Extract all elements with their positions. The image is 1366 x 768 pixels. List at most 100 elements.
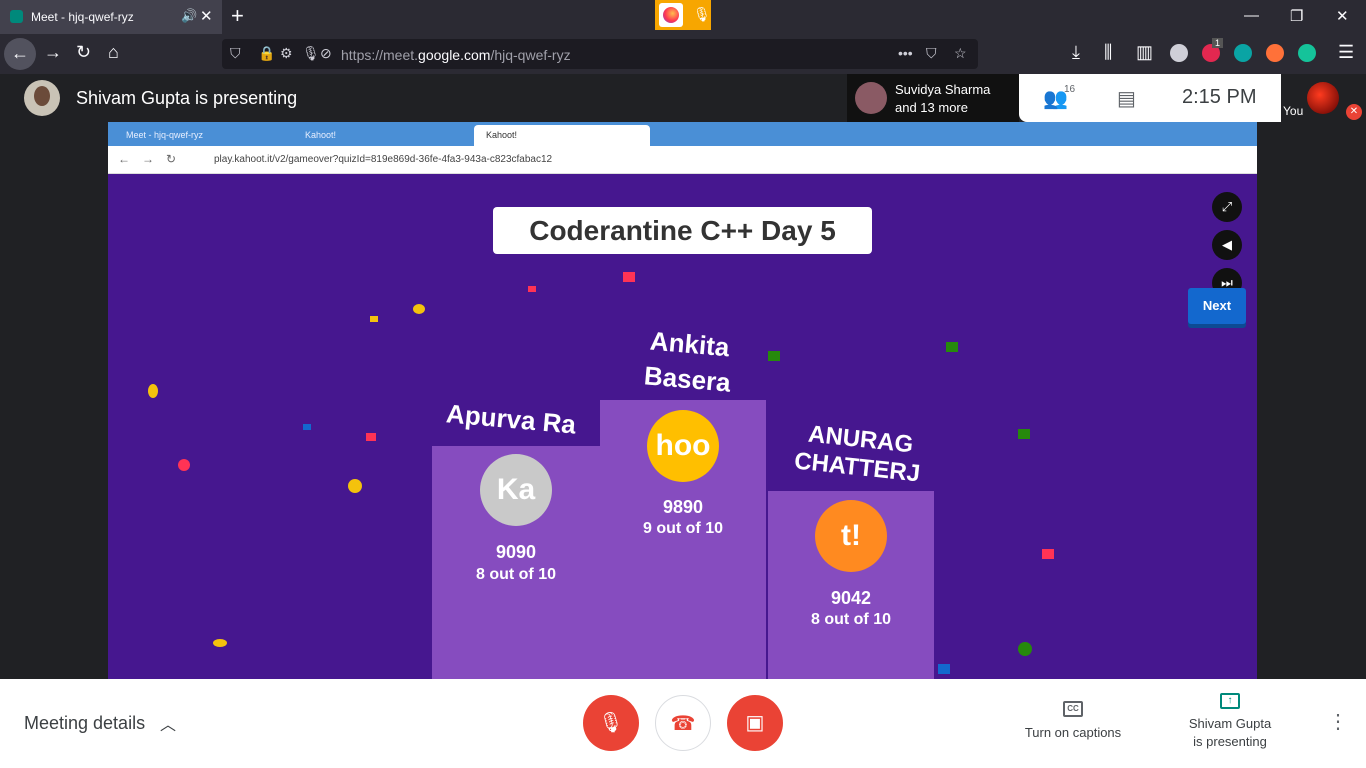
camera-off-icon: ▣	[745, 712, 765, 734]
new-tab-button[interactable]: +	[231, 3, 244, 29]
presenting-line2: is presenting	[1193, 734, 1267, 749]
meet-favicon-icon	[10, 10, 23, 23]
extension-speaker-icon[interactable]	[1266, 44, 1284, 62]
forward-arrow-icon[interactable]: →	[44, 42, 62, 63]
browser-nav-bar: ← → ↻ ⌂ ⛉ 🔒 ⚙ 🎙 ⊘ https://meet.google.co…	[0, 34, 1366, 74]
medal-second: Ka	[480, 454, 552, 526]
shared-tab-kahoot-1: Kahoot!	[305, 130, 337, 140]
detail-first: 9 out of 10	[642, 520, 723, 537]
people-count: 16	[1064, 84, 1076, 95]
detail-second: 8 out of 10	[475, 566, 556, 583]
participant-tile[interactable]: Suvidya Sharma and 13 more	[847, 74, 1019, 122]
back-arrow-icon[interactable]: ←	[4, 38, 36, 70]
menu-icon[interactable]: ☰	[1338, 42, 1354, 63]
downloads-icon[interactable]: ⤓	[1072, 42, 1080, 63]
mic-toggle-button[interactable]: 🎙	[583, 695, 639, 751]
confetti	[1018, 642, 1032, 656]
firefox-icon	[659, 3, 683, 27]
home-icon[interactable]: ⌂	[108, 42, 119, 63]
presenting-button[interactable]: ↑ Shivam Gupta is presenting	[1180, 693, 1280, 751]
restore-icon[interactable]: ❐	[1290, 7, 1303, 25]
hang-up-button[interactable]: ☎	[655, 695, 711, 751]
fullscreen-icon: ⤢	[1212, 192, 1242, 222]
sharing-indicator[interactable]: 🎙	[655, 0, 711, 30]
muted-mic-icon: ✕	[1346, 104, 1362, 120]
account-icon[interactable]	[1170, 44, 1188, 62]
url-text[interactable]: https://meet.google.com/hjq-qwef-ryz	[341, 47, 571, 63]
shared-url: play.kahoot.it/v2/gameover?quizId=819e86…	[214, 154, 553, 165]
clock-time: 2:15 PM	[1182, 86, 1257, 108]
score-second: 9090	[495, 542, 537, 562]
confetti	[178, 459, 190, 471]
tab-title: Meet - hjq-qwef-ryz	[31, 10, 134, 24]
presenter-avatar	[24, 80, 60, 116]
medal-third: t!	[815, 500, 887, 572]
confetti	[213, 639, 227, 647]
chat-icon[interactable]: ▤	[1117, 86, 1136, 111]
minimize-icon[interactable]: —	[1244, 7, 1259, 24]
shared-tab-strip: Meet - hjq-qwef-ryz Kahoot! Kahoot!	[108, 122, 1257, 146]
captions-label: Turn on captions	[1024, 725, 1122, 740]
confetti	[1018, 429, 1030, 439]
shared-screen: Meet - hjq-qwef-ryz Kahoot! Kahoot! ← → …	[108, 122, 1257, 679]
pocket-icon[interactable]: ⛉	[926, 45, 937, 62]
shared-reload-icon: ↻	[166, 152, 177, 166]
mic-off-icon: 🎙	[598, 712, 624, 734]
library-icon[interactable]: ⫼	[1104, 42, 1112, 63]
url-bar[interactable]: ⛉ 🔒 ⚙ 🎙 ⊘ https://meet.google.com/hjq-qw…	[222, 39, 978, 69]
close-window-icon[interactable]: ✕	[1336, 7, 1349, 25]
reload-icon[interactable]: ↻	[76, 42, 91, 63]
participant-avatar	[855, 82, 887, 114]
confetti	[303, 424, 311, 430]
score-third: 9042	[830, 588, 872, 608]
participant-more: and 13 more	[895, 100, 968, 115]
confetti	[413, 304, 425, 314]
camera-toggle-button[interactable]: ▣	[727, 695, 783, 751]
phone-hangup-icon: ☎	[670, 713, 696, 735]
sidebar-icon[interactable]: ▥	[1136, 42, 1153, 63]
confetti	[1042, 549, 1054, 559]
confetti	[366, 433, 376, 441]
page-actions-icon[interactable]: •••	[898, 45, 913, 61]
confetti	[938, 664, 950, 674]
lock-icon[interactable]: 🔒	[258, 45, 275, 62]
kahoot-game-area: Coderantine C++ Day 5 ⤢ ◀ ⏭ Next Ka 9090…	[108, 174, 1257, 679]
chevron-up-icon[interactable]: ︿	[160, 711, 176, 735]
browser-tab-bar: Meet - hjq-qwef-ryz 🔊 ✕ + 🎙 — ❐ ✕	[0, 0, 1366, 34]
more-options-icon[interactable]: ⋮	[1328, 709, 1348, 734]
extension-badge: 1	[1212, 38, 1224, 48]
shared-tab-kahoot-2: Kahoot!	[474, 125, 650, 146]
permissions-icon[interactable]: ⚙	[280, 45, 293, 62]
confetti	[148, 384, 158, 398]
meet-info-panel: 👥 16 ▤ 2:15 PM	[1019, 74, 1281, 122]
participant-name: Suvidya Sharma	[895, 82, 991, 97]
medal-first: hoo	[647, 410, 719, 482]
mic-permission-icon[interactable]: 🎙	[302, 45, 320, 62]
confetti	[946, 342, 958, 352]
camera-blocked-icon[interactable]: ⊘	[320, 45, 332, 62]
close-tab-icon[interactable]: ✕	[200, 7, 213, 25]
score-first: 9890	[662, 497, 704, 517]
name-first-line2: Basera	[642, 360, 732, 398]
presenting-line1: Shivam Gupta	[1188, 716, 1272, 731]
meeting-details-button[interactable]: Meeting details	[24, 713, 145, 734]
confetti	[370, 316, 378, 322]
microphone-icon: 🎙	[693, 6, 711, 22]
self-avatar[interactable]	[1307, 82, 1339, 114]
speaker-icon[interactable]: 🔊	[181, 8, 197, 24]
grammarly-icon[interactable]	[1298, 44, 1316, 62]
meet-bottom-bar: Meeting details ︿ 🎙 ☎ ▣ CC Turn on capti…	[0, 679, 1366, 768]
confetti	[768, 351, 780, 361]
volume-icon: ◀	[1212, 230, 1242, 260]
shield-icon[interactable]: ⛉	[230, 45, 241, 62]
meet-header: Shivam Gupta is presenting Suvidya Sharm…	[0, 74, 1366, 122]
confetti	[528, 286, 536, 292]
confetti	[623, 272, 635, 282]
extension-m-icon[interactable]	[1234, 44, 1252, 62]
present-screen-icon: ↑	[1220, 693, 1240, 709]
browser-tab-meet[interactable]: Meet - hjq-qwef-ryz 🔊 ✕	[0, 0, 222, 34]
shared-back-icon: ←	[118, 152, 130, 166]
captions-button[interactable]: CC Turn on captions	[1020, 701, 1126, 740]
bookmark-star-icon[interactable]: ☆	[954, 45, 967, 62]
name-first-line1: Ankita	[648, 325, 731, 363]
